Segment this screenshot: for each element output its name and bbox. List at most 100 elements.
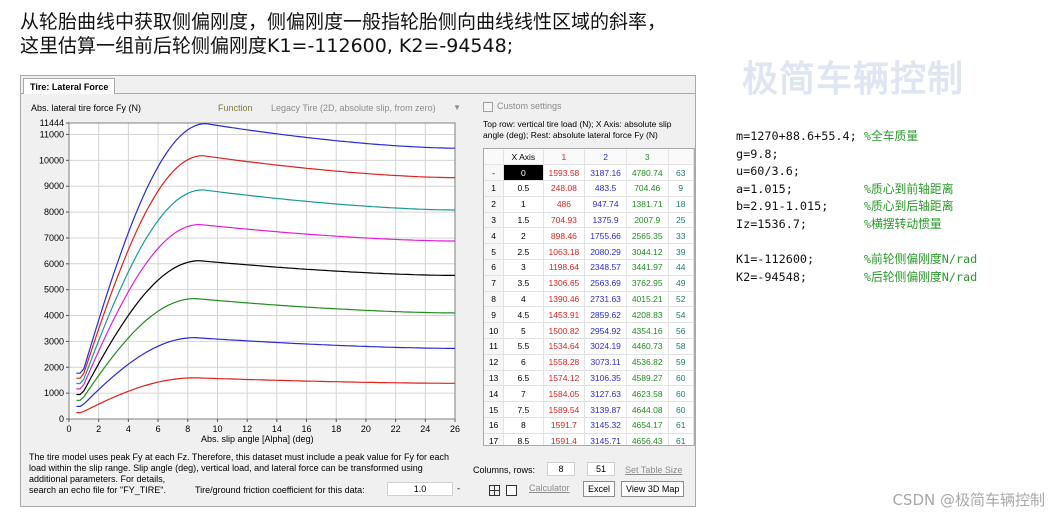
table-cell[interactable]: 56 (668, 322, 694, 340)
table-cell[interactable]: 6 (503, 354, 544, 371)
table-cell[interactable]: 25 (668, 212, 694, 229)
table-cell[interactable]: 4 (503, 291, 544, 308)
table-cell[interactable]: 483.5 (584, 180, 627, 197)
table-cell[interactable]: 3 (503, 259, 544, 276)
calculator-button[interactable]: Calculator (529, 483, 570, 493)
table-cell[interactable]: 1591.4 (543, 433, 586, 445)
table-cell[interactable]: 60 (668, 370, 694, 387)
table-cell[interactable]: 3127.63 (584, 385, 627, 403)
table-cell[interactable]: 3187.16 (584, 164, 627, 182)
table-cell[interactable]: 1584.05 (543, 385, 586, 403)
table-cell[interactable]: 1755.66 (584, 227, 627, 245)
table-cell[interactable]: 1589.54 (543, 401, 586, 419)
friction-input[interactable]: 1.0 (387, 482, 453, 496)
table-cell[interactable]: 4644.08 (626, 401, 669, 419)
table-cell[interactable]: 4354.16 (626, 322, 669, 340)
custom-settings-checkbox[interactable] (483, 102, 493, 112)
table-cell[interactable]: 3145.32 (584, 417, 627, 434)
table-cell[interactable]: 4536.82 (626, 354, 669, 371)
table-cell[interactable]: 2007.9 (626, 212, 669, 229)
table-cell[interactable]: 0 (503, 164, 544, 182)
table-cell[interactable]: 3762.95 (626, 275, 669, 292)
table-cell[interactable]: 1390.46 (543, 291, 586, 308)
rows-input[interactable]: 51 (587, 462, 615, 476)
table-cell[interactable]: 2348.57 (584, 259, 627, 276)
table-cell[interactable]: 52 (668, 291, 694, 308)
table-cell[interactable]: 2563.69 (584, 275, 627, 292)
table-cell[interactable]: 1534.64 (543, 338, 586, 355)
table-cell[interactable]: 4654.17 (626, 417, 669, 434)
table-cell[interactable]: 1558.28 (543, 354, 586, 371)
table-cell[interactable]: 1198.64 (543, 259, 586, 276)
table-cell[interactable]: 18 (668, 196, 694, 213)
data-table-container[interactable]: X Axis 1 2 3-0 1593.58 3187.16 4780.74 63 1 0.5 24… (483, 148, 695, 446)
table-cell[interactable]: 4015.21 (626, 291, 669, 308)
table-cell[interactable]: 3441.97 (626, 259, 669, 276)
table-cell[interactable]: 4656.43 (626, 433, 669, 445)
table-cell[interactable]: 61 (668, 417, 694, 434)
table-cell[interactable]: 1 (503, 196, 544, 213)
table-cell[interactable]: 4623.58 (626, 385, 669, 403)
table-cell[interactable]: 2 (503, 227, 544, 245)
table-cell[interactable]: 39 (668, 243, 694, 261)
table-cell[interactable]: 58 (668, 338, 694, 355)
table-cell[interactable]: 2.5 (503, 243, 544, 261)
table-cell[interactable]: 59 (668, 354, 694, 371)
table-cell[interactable]: 704.93 (543, 212, 586, 229)
table-cell[interactable]: 2731.63 (584, 291, 627, 308)
table-cell[interactable]: 49 (668, 275, 694, 292)
table-cell[interactable]: 4.5 (503, 306, 544, 324)
table-cell[interactable]: 2080.29 (584, 243, 627, 261)
window-icon[interactable] (506, 485, 517, 496)
table-cell[interactable]: 3.5 (503, 275, 544, 292)
excel-button[interactable]: Excel (583, 481, 616, 497)
table-cell[interactable]: 1593.58 (543, 164, 586, 182)
table-cell[interactable]: 1381.71 (626, 196, 669, 213)
table-cell[interactable]: 1.5 (503, 212, 544, 229)
table-cell[interactable]: 2859.62 (584, 306, 627, 324)
table-cell[interactable]: 3145.71 (584, 433, 627, 445)
table-cell[interactable]: 5.5 (503, 338, 544, 355)
table-cell[interactable]: 0.5 (503, 180, 544, 197)
table-cell[interactable]: 44 (668, 259, 694, 276)
columns-input[interactable]: 8 (547, 462, 575, 476)
table-cell[interactable]: 63 (668, 164, 694, 182)
table-cell[interactable]: 3106.35 (584, 370, 627, 387)
table-cell[interactable]: 1375.9 (584, 212, 627, 229)
tab-tire-lateral-force[interactable]: Tire: Lateral Force (23, 78, 116, 94)
table-cell[interactable]: 8.5 (503, 433, 544, 445)
function-select[interactable]: Legacy Tire (2D, absolute slip, from zer… (261, 101, 465, 115)
table-cell[interactable]: 1500.82 (543, 322, 586, 340)
table-cell[interactable]: 947.74 (584, 196, 627, 213)
table-cell[interactable]: 33 (668, 227, 694, 245)
table-cell[interactable]: 3139.87 (584, 401, 627, 419)
table-cell[interactable]: 704.46 (626, 180, 669, 197)
table-cell[interactable]: 1306.65 (543, 275, 586, 292)
table-cell[interactable]: 9 (668, 180, 694, 197)
table-cell[interactable]: 60 (668, 385, 694, 403)
table-cell[interactable]: 4460.73 (626, 338, 669, 355)
table-grid-icon[interactable] (489, 485, 500, 496)
table-cell[interactable]: 60 (668, 401, 694, 419)
set-table-size-button[interactable]: Set Table Size (625, 465, 682, 475)
table-cell[interactable]: 486 (543, 196, 586, 213)
table-cell[interactable]: 3073.11 (584, 354, 627, 371)
table-cell[interactable]: 2954.92 (584, 322, 627, 340)
table-cell[interactable]: 4780.74 (626, 164, 669, 182)
table-cell[interactable]: 3044.12 (626, 243, 669, 261)
table-cell[interactable]: 898.46 (543, 227, 586, 245)
view-3d-map-button[interactable]: View 3D Map (621, 481, 685, 497)
table-cell[interactable]: 7.5 (503, 401, 544, 419)
table-cell[interactable]: 54 (668, 306, 694, 324)
table-cell[interactable]: 2565.35 (626, 227, 669, 245)
table-cell[interactable]: 3024.19 (584, 338, 627, 355)
table-cell[interactable]: 5 (503, 322, 544, 340)
table-cell[interactable]: 1453.91 (543, 306, 586, 324)
table-cell[interactable]: 6.5 (503, 370, 544, 387)
table-cell[interactable]: 248.08 (543, 180, 586, 197)
table-cell[interactable]: 1063.18 (543, 243, 586, 261)
table-cell[interactable]: 7 (503, 385, 544, 403)
table-cell[interactable]: 1574.12 (543, 370, 586, 387)
table-cell[interactable]: 4589.27 (626, 370, 669, 387)
table-cell[interactable]: 61 (668, 433, 694, 445)
